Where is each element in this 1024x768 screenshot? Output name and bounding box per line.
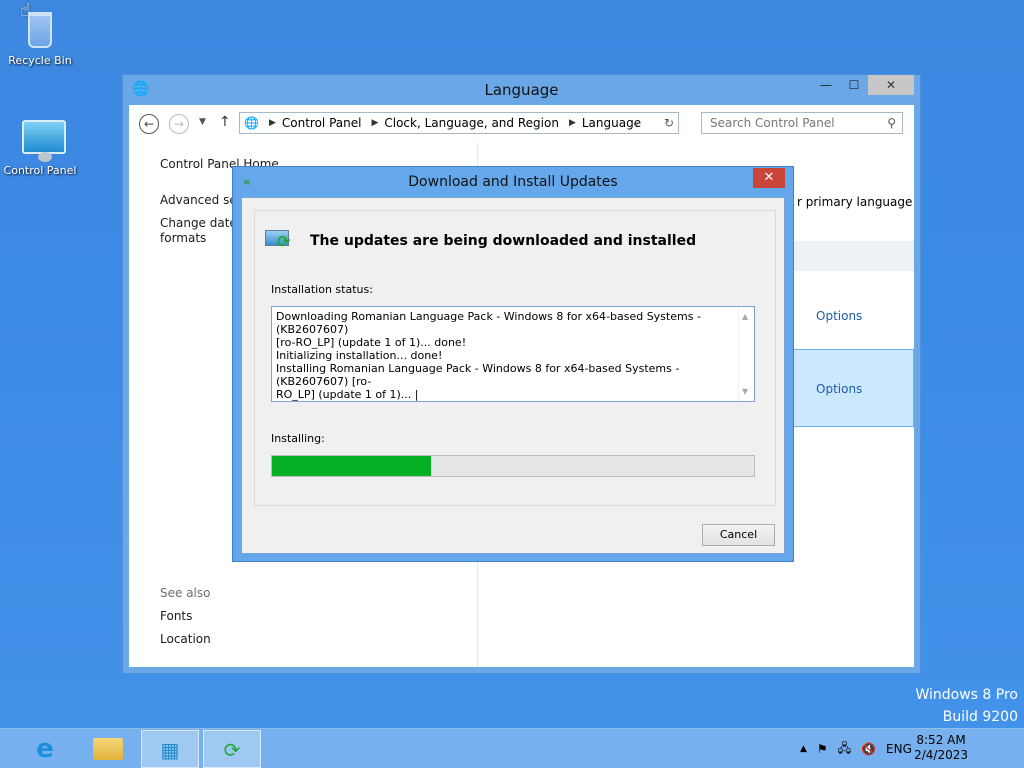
network-icon[interactable]: 🖧 [838,739,851,760]
scroll-down-icon[interactable]: ▼ [742,385,748,398]
address-bar[interactable]: 🌐 ▶ Control Panel ▶ Clock, Language, and… [239,112,679,134]
control-panel-desktop-icon[interactable]: Control Panel [0,116,80,177]
forward-button[interactable]: → [169,114,189,134]
see-also-heading: See also [160,586,211,600]
window-titlebar[interactable]: 🌐 Language — ☐ ✕ [123,75,920,105]
status-line: Installing Romanian Language Pack - Wind… [276,362,680,388]
control-panel-icon [20,116,66,162]
action-center-flag-icon[interactable]: ⚑ [817,742,828,756]
download-update-icon: ⟳ [265,228,297,251]
installation-status-textbox[interactable]: Downloading Romanian Language Pack - Win… [271,306,755,402]
installing-label: Installing: [271,432,325,445]
watermark-edition: Windows 8 Pro [915,687,1018,703]
recycle-bin-label: Recycle Bin [8,54,72,67]
status-panel: ⟳ The updates are being downloaded and i… [254,210,776,506]
clock[interactable]: 8:52 AM 2/4/2023 [914,733,968,763]
formats-link[interactable]: formats [160,231,206,245]
internet-explorer-icon: e [36,734,54,764]
breadcrumb-separator-icon: ▶ [568,118,576,128]
recycle-bin-icon [20,6,60,50]
minimize-button[interactable]: — [812,75,840,95]
recent-pages-chevron-icon[interactable]: ▼ [199,117,206,127]
show-hidden-icons-icon[interactable]: ▲ [800,744,807,754]
options-link[interactable]: Options [816,309,862,323]
input-language-indicator[interactable]: ENG [886,742,912,756]
location-link[interactable]: Location [160,632,211,646]
update-icon: ⟳ [223,738,241,762]
update-taskbar-button[interactable]: ⟳ [203,730,261,768]
breadcrumb-separator-icon: ▶ [371,118,379,128]
control-panel-icon: ▦ [160,738,180,762]
status-line: Initializing installation... done! [276,349,443,362]
dialog-close-button[interactable]: ✕ [753,168,785,188]
status-line: Downloading Romanian Language Pack - Win… [276,310,701,336]
taskbar: e ▦ ⟳ ▲ ⚑ 🖧 🔇 ENG 8:52 AM 2/4/2023 [0,728,1024,768]
dialog-title: Download and Install Updates [408,174,618,190]
system-tray: ▲ ⚑ 🖧 🔇 ENG [800,729,922,768]
search-placeholder: Search Control Panel [710,116,835,130]
dialog-body: ⟳ The updates are being downloaded and i… [241,197,785,554]
refresh-button[interactable]: ↻ [664,116,674,130]
back-button[interactable]: ← [139,114,159,134]
options-link[interactable]: Options [816,382,862,396]
clock-time: 8:52 AM [916,733,966,747]
navigation-bar: ← → ▼ ↑ 🌐 ▶ Control Panel ▶ Clock, Langu… [129,105,914,143]
windows-watermark: Windows 8 Pro Build 9200 [915,684,1018,728]
watermark-build: Build 9200 [942,709,1018,725]
control-panel-taskbar-button[interactable]: ▦ [141,730,199,768]
up-button[interactable]: ↑ [219,114,231,130]
fonts-link[interactable]: Fonts [160,609,192,623]
install-progress-fill [272,456,432,476]
folder-icon [93,738,123,760]
breadcrumb-control-panel[interactable]: Control Panel [282,116,362,130]
internet-explorer-taskbar-button[interactable]: e [16,730,74,768]
primary-language-text: r primary language [797,195,913,209]
status-line: [ro-RO_LP] (update 1 of 1)... done! [276,336,467,349]
window-close-button[interactable]: ✕ [868,75,914,95]
volume-muted-icon[interactable]: 🔇 [861,742,876,756]
change-date-link[interactable]: Change date, [160,216,241,230]
search-icon[interactable]: ⚲ [887,116,896,130]
scroll-up-icon[interactable]: ▲ [742,310,748,323]
install-progress-bar [271,455,755,477]
breadcrumb-clock-language-region[interactable]: Clock, Language, and Region [384,116,559,130]
address-location-icon: 🌐 [244,116,259,130]
control-panel-label: Control Panel [3,164,77,177]
breadcrumb-separator-icon: ▶ [268,118,276,128]
recycle-bin-desktop-icon[interactable]: Recycle Bin [0,6,80,67]
installation-status-label: Installation status: [271,283,373,296]
download-install-dialog: « Download and Install Updates ✕ ⟳ The u… [232,166,794,562]
maximize-button[interactable]: ☐ [840,75,868,95]
clock-date: 2/4/2023 [914,748,968,762]
address-dropdown-chevron-icon[interactable]: ⌄ [632,118,640,129]
search-input[interactable]: Search Control Panel ⚲ [701,112,903,134]
window-title: Language [484,81,559,99]
status-line: RO_LP] (update 1 of 1)... | [276,388,419,401]
dialog-heading: The updates are being downloaded and ins… [310,233,697,249]
cancel-button[interactable]: Cancel [702,524,775,546]
status-scrollbar[interactable]: ▲ ▼ [738,307,754,401]
file-explorer-taskbar-button[interactable] [79,730,137,768]
